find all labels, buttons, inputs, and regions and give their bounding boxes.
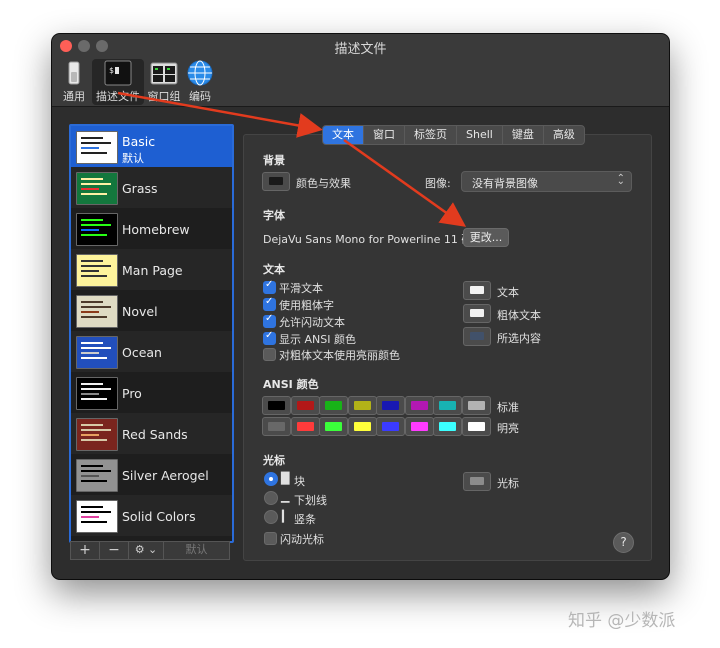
watermark: 知乎 @少数派 (568, 611, 676, 631)
annotation-arrow (117, 91, 323, 138)
annotation-arrow (343, 138, 467, 227)
annotation-arrows (117, 91, 467, 227)
